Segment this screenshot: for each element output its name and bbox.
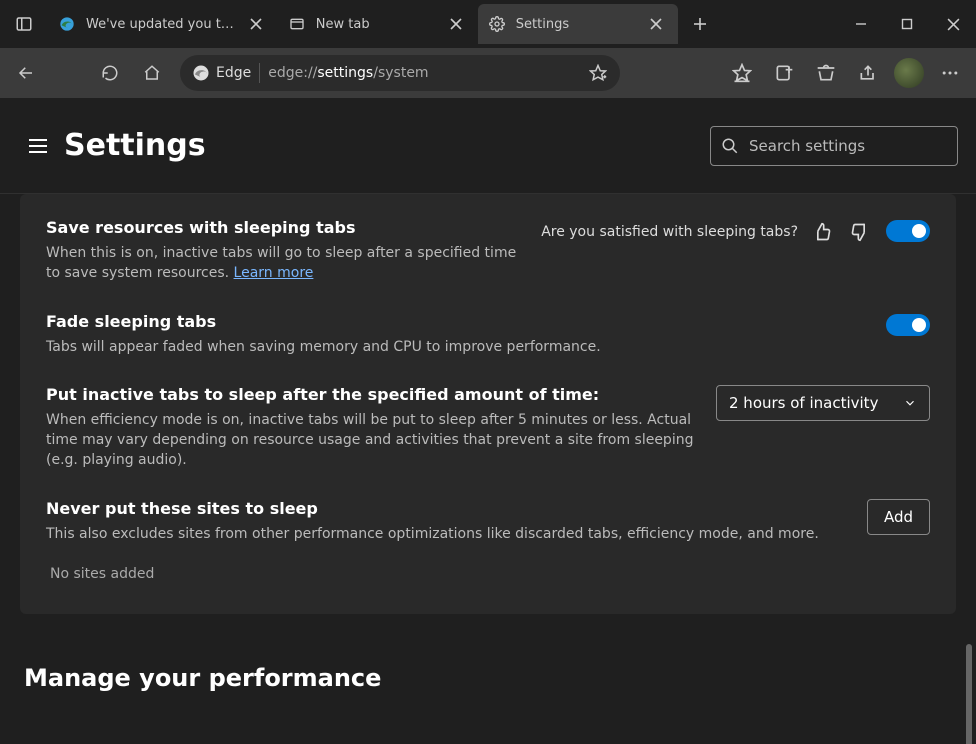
address-text: edge://settings/system: [268, 65, 428, 81]
collections-button[interactable]: [764, 53, 804, 93]
home-button[interactable]: [132, 53, 172, 93]
chevron-down-icon: [903, 396, 917, 410]
add-site-button[interactable]: Add: [867, 499, 930, 535]
shopping-button[interactable]: [806, 53, 846, 93]
new-tab-button[interactable]: [682, 6, 718, 42]
minimize-button[interactable]: [838, 7, 884, 41]
sleeping-tabs-title: Save resources with sleeping tabs: [46, 218, 521, 237]
site-identity-label: Edge: [216, 65, 251, 81]
feedback-prompt: Are you satisfied with sleeping tabs?: [541, 218, 874, 246]
thumbs-down-button[interactable]: [846, 218, 874, 246]
learn-more-link[interactable]: Learn more: [234, 265, 314, 281]
sleep-timeout-desc: When efficiency mode is on, inactive tab…: [46, 410, 696, 471]
performance-heading: Manage your performance: [20, 654, 956, 702]
edge-icon: [58, 15, 76, 33]
maximize-button[interactable]: [884, 7, 930, 41]
fade-tabs-title: Fade sleeping tabs: [46, 312, 866, 331]
close-icon[interactable]: [644, 12, 668, 36]
close-icon[interactable]: [444, 12, 468, 36]
tab-actions-button[interactable]: [0, 0, 48, 48]
gear-icon: [488, 15, 506, 33]
sleep-timeout-value: 2 hours of inactivity: [729, 394, 878, 412]
tab-title: Settings: [516, 17, 634, 32]
separator: [259, 63, 260, 83]
search-settings-input[interactable]: [710, 126, 958, 166]
tab-newtab[interactable]: New tab: [278, 4, 478, 44]
sleeping-tabs-card: Save resources with sleeping tabs When t…: [20, 194, 956, 614]
fade-tabs-desc: Tabs will appear faded when saving memor…: [46, 337, 866, 357]
close-icon[interactable]: [244, 12, 268, 36]
close-window-button[interactable]: [930, 7, 976, 41]
never-sleep-title: Never put these sites to sleep: [46, 499, 847, 518]
never-sleep-empty: No sites added: [46, 558, 930, 584]
scrollbar-thumb[interactable]: [966, 644, 972, 744]
address-bar[interactable]: Edge edge://settings/system: [180, 55, 620, 91]
tab-title: We've updated you t…: [86, 17, 234, 32]
refresh-button[interactable]: [90, 53, 130, 93]
tab-title: New tab: [316, 17, 434, 32]
tab-edge-update[interactable]: We've updated you t…: [48, 4, 278, 44]
newtab-icon: [288, 15, 306, 33]
sleep-timeout-title: Put inactive tabs to sleep after the spe…: [46, 385, 696, 404]
back-button[interactable]: [6, 53, 46, 93]
fade-tabs-toggle[interactable]: [886, 314, 930, 336]
page-title: Settings: [64, 128, 206, 163]
sleeping-tabs-desc: When this is on, inactive tabs will go t…: [46, 243, 521, 284]
share-button[interactable]: [848, 53, 888, 93]
thumbs-up-button[interactable]: [808, 218, 836, 246]
favorites-button[interactable]: [722, 53, 762, 93]
sleep-timeout-select[interactable]: 2 hours of inactivity: [716, 385, 930, 421]
menu-button[interactable]: [930, 53, 970, 93]
profile-button[interactable]: [894, 58, 924, 88]
never-sleep-desc: This also excludes sites from other perf…: [46, 524, 847, 544]
search-icon: [721, 137, 739, 155]
search-field[interactable]: [749, 137, 947, 155]
sleeping-tabs-toggle[interactable]: [886, 220, 930, 242]
favorite-button[interactable]: [584, 64, 612, 82]
settings-menu-button[interactable]: [18, 126, 58, 166]
tab-settings[interactable]: Settings: [478, 4, 678, 44]
site-identity: Edge: [188, 64, 251, 82]
